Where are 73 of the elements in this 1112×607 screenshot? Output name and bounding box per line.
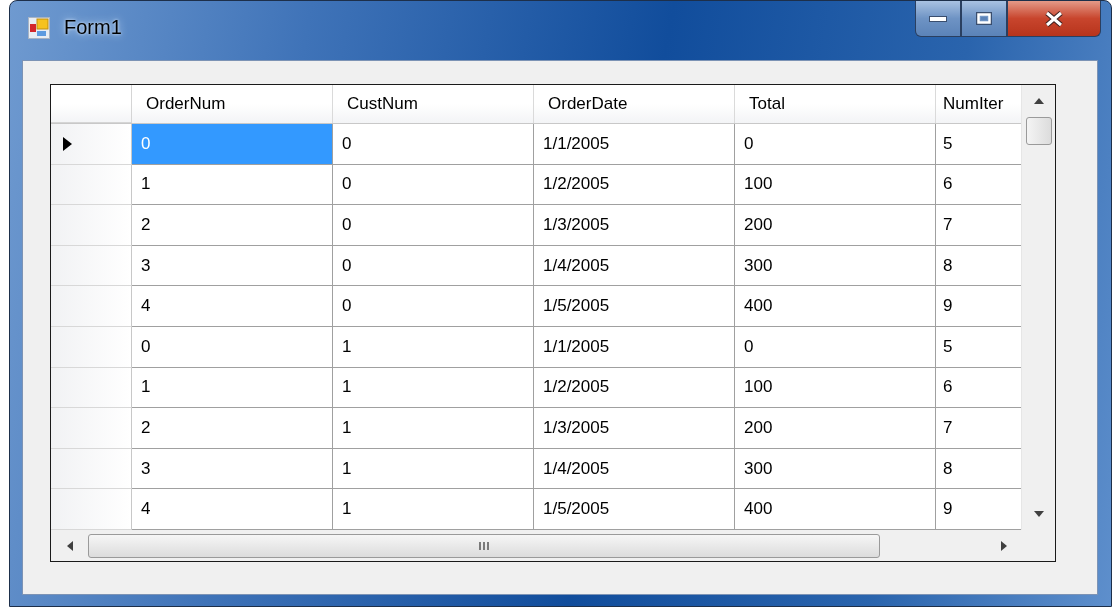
minimize-icon xyxy=(929,15,947,22)
table-cell[interactable]: 1/1/2005 xyxy=(534,124,735,165)
row-header[interactable] xyxy=(51,408,132,449)
table-cell[interactable]: 1/3/2005 xyxy=(534,408,735,449)
maximize-icon xyxy=(976,12,992,25)
column-header[interactable]: OrderDate xyxy=(534,85,735,123)
table-cell[interactable]: 3 xyxy=(132,245,333,287)
vertical-scrollbar[interactable] xyxy=(1021,85,1055,530)
table-cell[interactable]: 1 xyxy=(132,164,333,206)
table-cell[interactable]: 1 xyxy=(333,326,534,368)
current-row-icon xyxy=(63,136,72,151)
header-corner[interactable] xyxy=(51,85,132,123)
table-cell[interactable]: 2 xyxy=(132,408,333,449)
table-cell[interactable]: 1/1/2005 xyxy=(534,326,735,368)
table-cell[interactable]: 300 xyxy=(735,448,936,490)
table-cell[interactable]: 0 xyxy=(735,124,936,165)
table-cell[interactable]: 0 xyxy=(333,245,534,287)
table-cell[interactable]: 1/5/2005 xyxy=(534,489,735,530)
table-cell[interactable]: 0 xyxy=(735,326,936,368)
minimize-button[interactable] xyxy=(915,1,961,37)
table-cell[interactable]: 400 xyxy=(735,489,936,530)
scroll-right-icon xyxy=(1000,540,1007,551)
table-cell[interactable]: 0 xyxy=(333,124,534,165)
maximize-button[interactable] xyxy=(961,1,1007,37)
table-cell[interactable]: 1 xyxy=(333,367,534,409)
table-cell[interactable]: 1/5/2005 xyxy=(534,286,735,327)
window-title: Form1 xyxy=(64,16,122,39)
table-cell[interactable]: 2 xyxy=(132,205,333,246)
column-header[interactable]: NumIter xyxy=(936,85,1021,123)
row-header[interactable] xyxy=(51,124,132,165)
table-cell[interactable]: 1 xyxy=(132,367,333,409)
scroll-thumb[interactable] xyxy=(1025,117,1052,145)
scroll-down-icon xyxy=(1033,511,1044,517)
column-header[interactable]: OrderNum xyxy=(132,85,333,123)
table-cell[interactable]: 1 xyxy=(333,489,534,530)
table-cell[interactable]: 4 xyxy=(132,489,333,530)
table-cell[interactable]: 200 xyxy=(735,408,936,449)
scroll-thumb[interactable] xyxy=(88,533,880,558)
table-cell[interactable]: 100 xyxy=(735,367,936,409)
close-button[interactable] xyxy=(1007,1,1101,37)
row-header[interactable] xyxy=(51,164,132,206)
table-cell[interactable]: 1/2/2005 xyxy=(534,164,735,206)
table-cell[interactable]: 1/2/2005 xyxy=(534,367,735,409)
table-cell[interactable]: 200 xyxy=(735,205,936,246)
table-cell[interactable]: 1 xyxy=(333,448,534,490)
grip-icon xyxy=(478,541,490,550)
table-cell[interactable]: 0 xyxy=(132,326,333,368)
table-cell[interactable]: 0 xyxy=(333,286,534,327)
table-cell[interactable]: 0 xyxy=(333,205,534,246)
column-header[interactable]: CustNum xyxy=(333,85,534,123)
row-header[interactable] xyxy=(51,489,132,530)
row-header[interactable] xyxy=(51,326,132,368)
table-cell[interactable]: 1 xyxy=(333,408,534,449)
table-cell[interactable]: 400 xyxy=(735,286,936,327)
table-cell[interactable]: 1/4/2005 xyxy=(534,245,735,287)
scroll-left-icon xyxy=(66,540,73,551)
table-cell[interactable]: 1/4/2005 xyxy=(534,448,735,490)
table-cell[interactable]: 4 xyxy=(132,286,333,327)
table-cell[interactable]: 100 xyxy=(735,164,936,206)
table-cell[interactable]: 0 xyxy=(333,164,534,206)
form-icon xyxy=(28,16,50,39)
table-cell[interactable]: 3 xyxy=(132,448,333,490)
row-header[interactable] xyxy=(51,448,132,490)
column-header[interactable]: Total xyxy=(735,85,936,123)
row-header[interactable] xyxy=(51,205,132,246)
close-icon xyxy=(1044,10,1064,27)
table-cell[interactable]: 1/3/2005 xyxy=(534,205,735,246)
table-cell[interactable]: 300 xyxy=(735,245,936,287)
horizontal-scrollbar[interactable] xyxy=(51,530,1022,561)
scroll-up-icon xyxy=(1033,98,1044,104)
row-header[interactable] xyxy=(51,286,132,327)
row-header[interactable] xyxy=(51,245,132,287)
row-header[interactable] xyxy=(51,367,132,409)
